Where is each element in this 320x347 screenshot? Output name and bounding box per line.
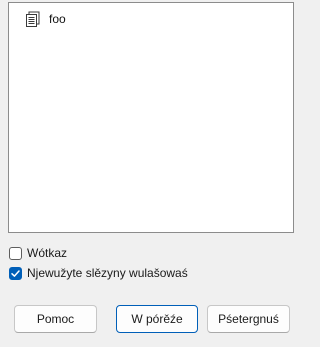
tree-item-foo[interactable]: foo bbox=[25, 10, 66, 28]
remove-unused-styles-option[interactable]: Njewužyte slězyny wulašowaś bbox=[9, 265, 188, 281]
link-checkbox[interactable] bbox=[9, 246, 22, 260]
text-file-icon bbox=[25, 11, 41, 27]
link-option[interactable]: Wótkaz bbox=[9, 245, 67, 261]
ok-button[interactable]: W pórěźe bbox=[116, 305, 198, 333]
remove-unused-styles-label: Njewužyte slězyny wulašowaś bbox=[27, 266, 188, 280]
link-checkbox-label: Wótkaz bbox=[27, 246, 68, 260]
remove-unused-styles-checkbox[interactable] bbox=[9, 266, 22, 280]
file-tree-list[interactable]: foo bbox=[8, 2, 294, 233]
tree-item-label: foo bbox=[49, 12, 66, 26]
checkmark-icon bbox=[11, 269, 20, 277]
cancel-button[interactable]: Pśetergnuś bbox=[207, 305, 290, 333]
help-button[interactable]: Pomoc bbox=[14, 305, 97, 333]
